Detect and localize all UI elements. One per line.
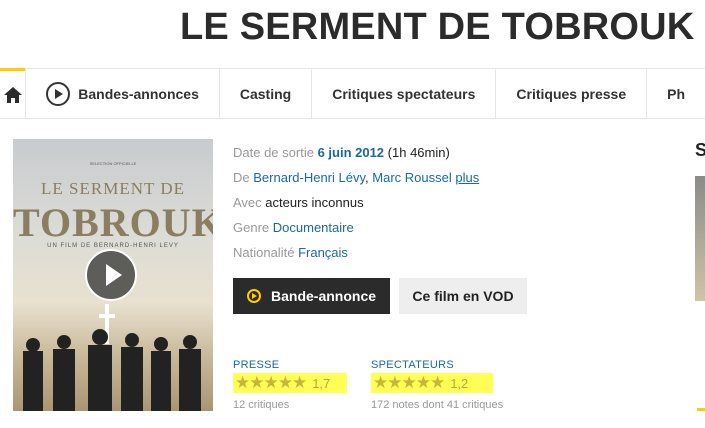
tab-label: Bandes-annonces (78, 86, 199, 102)
tab-critiques-spectateurs[interactable]: Critiques spectateurs (311, 69, 495, 119)
nationality-label: Nationalité (233, 245, 295, 260)
poster-people-image (23, 329, 201, 411)
page-title: LE SERMENT DE TOBROUK (180, 6, 695, 48)
star-rating-icon: ★★★★★ (235, 373, 307, 392)
duration: (1h 46min) (387, 145, 450, 160)
sidebar-image[interactable] (695, 176, 705, 301)
play-circle-icon (46, 82, 71, 106)
movie-poster[interactable]: SELECTION OFFICIELLE LE SERMENT DE TOBRO… (13, 139, 213, 411)
more-link[interactable]: plus (455, 170, 479, 185)
trailer-button-label: Bande-annonce (271, 288, 377, 304)
main-nav: Bandes-annonces Casting Critiques specta… (0, 68, 705, 119)
spectator-rating[interactable]: SPECTATEURS ★★★★★ 1,2 172 notes dont 41 … (371, 359, 503, 411)
press-rating[interactable]: PRESSE ★★★★★ 1,7 12 critiques (233, 359, 347, 411)
tab-label: Ph (667, 86, 685, 102)
play-trailer-icon[interactable] (85, 249, 137, 301)
tab-photos[interactable]: Ph (646, 69, 705, 119)
vod-button-label: Ce film en VOD (412, 288, 514, 304)
tab-critiques-presse[interactable]: Critiques presse (495, 69, 646, 119)
director-link-1[interactable]: Bernard-Henri Lévy (253, 170, 365, 185)
cast-row: Avec acteurs inconnus (233, 190, 479, 215)
director-row: De Bernard-Henri Lévy, Marc Roussel plus (233, 170, 480, 185)
nationality-link[interactable]: Français (298, 245, 348, 260)
release-date-link[interactable]: 6 juin 2012 (318, 145, 384, 160)
press-count: 12 critiques (233, 399, 290, 411)
genre-row: Genre Documentaire (233, 215, 479, 240)
tab-bandes-annonces[interactable]: Bandes-annonces (25, 69, 219, 119)
cast-value: acteurs inconnus (265, 195, 364, 210)
movie-info: Date de sortie 6 juin 2012 (1h 46min) De… (233, 140, 479, 265)
genre-link[interactable]: Documentaire (273, 220, 354, 235)
vod-button[interactable]: Ce film en VOD (399, 278, 527, 314)
press-score: 1,7 (312, 375, 331, 391)
spectator-count: 172 notes dont 41 critiques (371, 399, 504, 411)
nav-home[interactable] (0, 68, 26, 118)
tab-label: Casting (239, 86, 292, 102)
sidebar-heading: S (695, 140, 705, 160)
tab-casting[interactable]: Casting (218, 69, 311, 119)
press-rating-highlight: ★★★★★ 1,7 (233, 373, 347, 393)
release-row: Date de sortie 6 juin 2012 (1h 46min) (233, 140, 479, 165)
director-label: De (233, 170, 250, 185)
press-rating-label: PRESSE (233, 359, 280, 371)
poster-cross-bar (99, 314, 115, 318)
sidebar-accent-line (697, 408, 705, 411)
spectator-rating-label: SPECTATEURS (371, 359, 454, 371)
tab-label: Critiques presse (516, 86, 627, 102)
poster-title-line2: TOBROUK (13, 200, 213, 245)
genre-label: Genre (233, 220, 270, 235)
home-icon (3, 86, 22, 103)
trailer-button[interactable]: Bande-annonce (233, 278, 390, 314)
tab-label: Critiques spectateurs (332, 86, 476, 102)
poster-selection-text: SELECTION OFFICIELLE (89, 161, 137, 166)
release-label: Date de sortie (233, 145, 314, 160)
cast-label: Avec (233, 195, 262, 210)
spectator-rating-highlight: ★★★★★ 1,2 (371, 373, 493, 393)
director-link-2[interactable]: Marc Roussel (372, 170, 451, 185)
spectator-score: 1,2 (450, 375, 469, 391)
play-circle-icon (247, 289, 261, 303)
poster-title-line1: LE SERMENT DE (41, 179, 185, 198)
star-rating-icon: ★★★★★ (373, 373, 445, 392)
nationality-row: Nationalité Français (233, 240, 479, 265)
